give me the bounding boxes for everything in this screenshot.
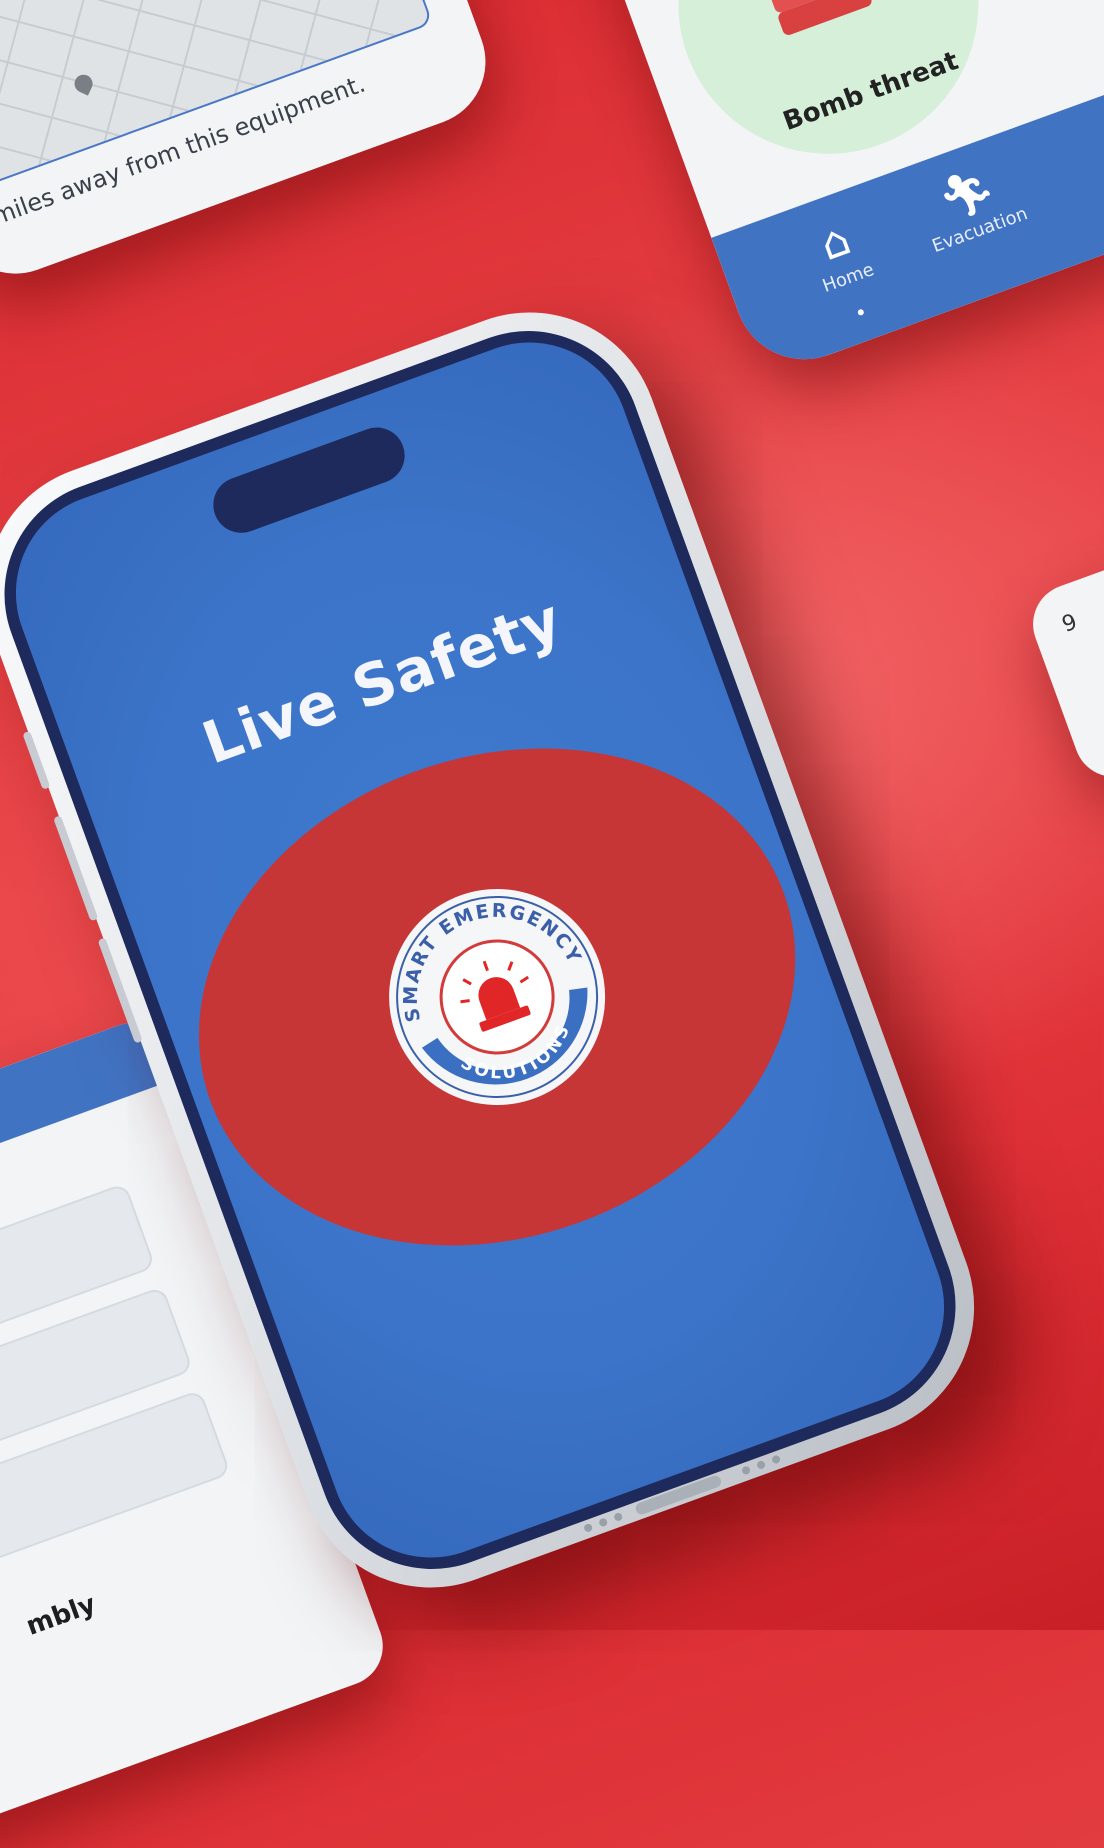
speaker-hole [771, 1454, 781, 1464]
phone-side-button [22, 731, 50, 790]
assembly-label: mbly [22, 1589, 100, 1642]
speaker-hole [741, 1465, 751, 1475]
speaker-hole [583, 1523, 593, 1533]
map-card: ⇱ miles away from this equipment. [0, 0, 503, 292]
emergency-type-card: Bomb threat ⌂ Home 🏃︎ Evacuation [571, 0, 1104, 379]
nav-home[interactable]: ⌂ Home [770, 197, 908, 309]
smart-emergency-solutions-logo: SMART EMERGENCY SOLUTIONS [356, 856, 638, 1138]
nav-evacuation[interactable]: 🏃︎ Evacuation [901, 149, 1039, 261]
map-pin-icon [72, 72, 96, 96]
active-indicator [857, 308, 865, 316]
side-card-text: 9 [1059, 610, 1081, 638]
side-card: 9 [1022, 532, 1104, 788]
speaker-hole [598, 1517, 608, 1527]
speaker-hole [756, 1460, 766, 1470]
speaker-hole [613, 1512, 623, 1522]
